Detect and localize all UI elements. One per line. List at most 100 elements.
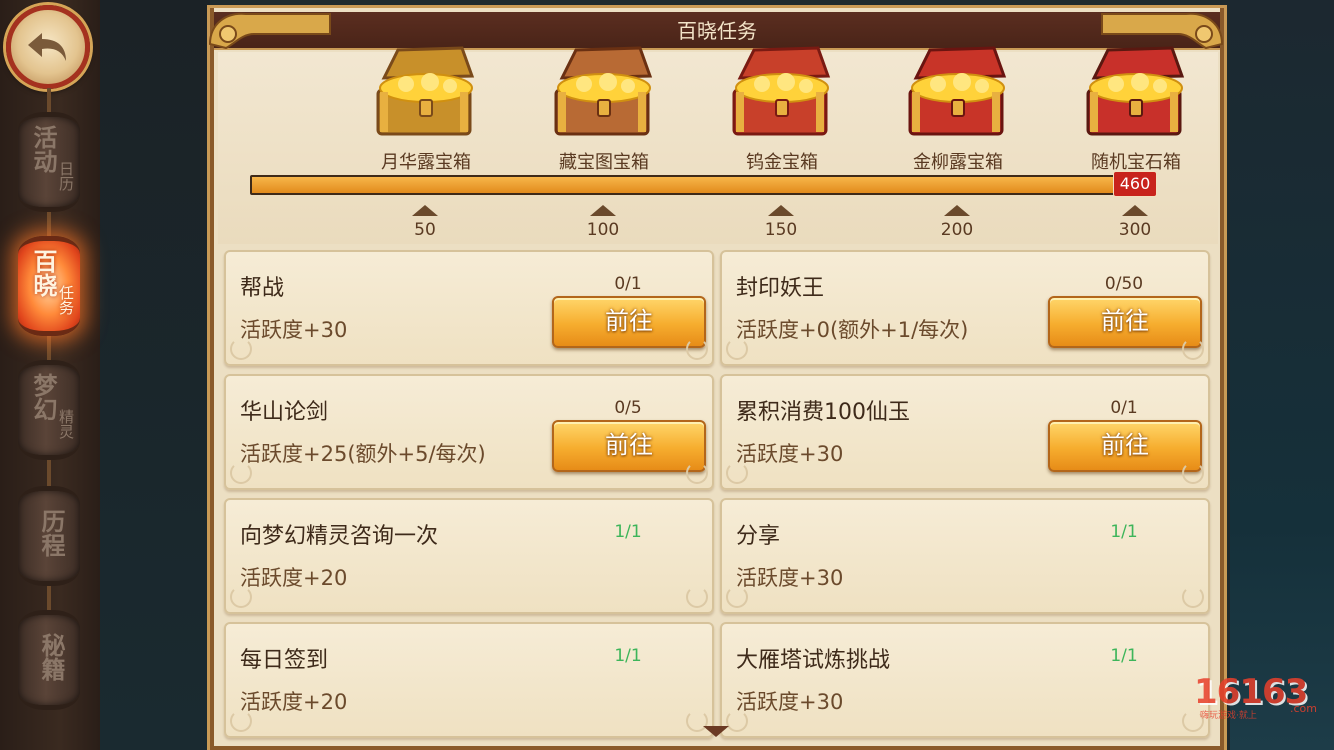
treasure-chest-red-icon: [732, 46, 831, 136]
task-reward: 活跃度+30: [240, 318, 348, 342]
task-progress: 0/50: [1104, 274, 1144, 294]
tab-history[interactable]: 历程: [18, 486, 80, 586]
task-progress: 0/1: [614, 274, 642, 294]
reward-chest[interactable]: [548, 44, 660, 154]
page-title: 百晓任务: [677, 19, 757, 43]
milestone-marker-icon: [944, 205, 970, 216]
milestone-value: 200: [940, 220, 974, 240]
go-button[interactable]: 前往: [552, 296, 706, 348]
cloud-ornament-icon: [1182, 462, 1204, 484]
chest-label: 藏宝图宝箱: [559, 152, 649, 173]
tab-title: 秘籍: [37, 633, 66, 681]
task-card: 累积消费100仙玉 0/1 活跃度+30 前往: [720, 374, 1210, 490]
task-card: 大雁塔试炼挑战 1/1 活跃度+30: [720, 622, 1210, 738]
cloud-ornament-icon: [230, 710, 252, 732]
task-progress: 1/1: [614, 522, 642, 542]
scroll-down-icon[interactable]: [703, 726, 729, 737]
cloud-ornament-icon: [686, 586, 708, 608]
task-name: 帮战: [240, 276, 285, 301]
back-button[interactable]: [6, 5, 90, 89]
task-progress: 1/1: [614, 646, 642, 666]
task-card: 向梦幻精灵咨询一次 1/1 活跃度+20: [224, 498, 714, 614]
task-reward: 活跃度+30: [736, 690, 844, 714]
task-name: 分享: [736, 524, 781, 549]
milestone-marker-icon: [412, 205, 438, 216]
go-button[interactable]: 前往: [552, 420, 706, 472]
treasure-chest-brown-icon: [554, 46, 653, 136]
milestone-value: 100: [586, 220, 620, 240]
tab-title: 百晓: [29, 249, 58, 297]
milestone-value: 150: [764, 220, 798, 240]
treasure-chest-gem-icon: [1086, 46, 1185, 136]
watermark-slogan: 嗨玩游戏·就上: [1200, 711, 1257, 721]
task-card: 帮战 0/1 活跃度+30 前往: [224, 250, 714, 366]
task-progress: 1/1: [1110, 522, 1138, 542]
activity-progress-fill: [252, 177, 1154, 193]
tab-activity-calendar[interactable]: 活动 日历: [18, 112, 80, 212]
treasure-chest-red-gold-icon: [908, 46, 1007, 136]
task-name: 大雁塔试炼挑战: [736, 648, 891, 673]
tab-title: 梦幻: [29, 373, 58, 421]
go-button[interactable]: 前往: [1048, 296, 1202, 348]
corner-ornament-icon: [208, 12, 331, 50]
milestone-value: 50: [414, 220, 436, 240]
task-progress: 1/1: [1110, 646, 1138, 666]
tab-secrets[interactable]: 秘籍: [18, 610, 80, 710]
cloud-ornament-icon: [1182, 338, 1204, 360]
task-reward: 活跃度+25(额外+5/每次): [240, 442, 486, 466]
task-name: 封印妖王: [736, 276, 825, 301]
tab-title: 活动: [29, 125, 58, 173]
reward-chest[interactable]: [370, 44, 482, 154]
task-card: 封印妖王 0/50 活跃度+0(额外+1/每次) 前往: [720, 250, 1210, 366]
cloud-ornament-icon: [686, 462, 708, 484]
back-arrow-icon: [28, 33, 66, 61]
task-name: 向梦幻精灵咨询一次: [240, 524, 439, 549]
task-reward: 活跃度+20: [240, 566, 348, 590]
tab-dream-spirit[interactable]: 梦幻 精灵: [18, 360, 80, 460]
cloud-ornament-icon: [1182, 586, 1204, 608]
task-progress: 0/5: [614, 398, 642, 418]
milestone-value: 300: [1118, 220, 1152, 240]
task-card: 华山论剑 0/5 活跃度+25(额外+5/每次) 前往: [224, 374, 714, 490]
task-name: 华山论剑: [240, 400, 329, 425]
backdrop: [100, 0, 210, 750]
cloud-ornament-icon: [726, 462, 748, 484]
task-reward: 活跃度+30: [736, 442, 844, 466]
chest-label: 月华露宝箱: [381, 152, 471, 173]
task-reward: 活跃度+30: [736, 566, 844, 590]
reward-chest[interactable]: [1080, 44, 1192, 154]
task-card: 分享 1/1 活跃度+30: [720, 498, 1210, 614]
tab-subtitle: 精灵: [57, 409, 75, 439]
task-progress: 0/1: [1110, 398, 1138, 418]
activity-progress-bar: [250, 175, 1156, 195]
reward-chest[interactable]: [902, 44, 1014, 154]
watermark: 16163 嗨玩游戏·就上 .com: [1194, 672, 1322, 721]
chest-label: 钨金宝箱: [746, 152, 818, 173]
milestone-marker-icon: [590, 205, 616, 216]
tab-title: 历程: [37, 509, 66, 557]
tab-subtitle: 日历: [57, 161, 75, 191]
reward-chest[interactable]: [726, 44, 838, 154]
tab-baixiao-tasks[interactable]: 百晓 任务: [18, 236, 80, 336]
task-reward: 活跃度+0(额外+1/每次): [736, 318, 969, 342]
watermark-domain: .com: [1290, 702, 1317, 715]
backdrop-right: [1230, 0, 1334, 750]
cloud-ornament-icon: [726, 710, 748, 732]
milestone-marker-icon: [768, 205, 794, 216]
go-button[interactable]: 前往: [1048, 420, 1202, 472]
cloud-ornament-icon: [686, 338, 708, 360]
chest-label: 金柳露宝箱: [913, 152, 1003, 173]
task-name: 累积消费100仙玉: [736, 400, 910, 425]
cloud-ornament-icon: [230, 586, 252, 608]
title-bar: 百晓任务: [214, 12, 1220, 50]
task-reward: 活跃度+20: [240, 690, 348, 714]
treasure-chest-wood-icon: [376, 46, 475, 136]
activity-value-badge: 460: [1113, 171, 1157, 197]
cloud-ornament-icon: [726, 338, 748, 360]
tab-subtitle: 任务: [57, 285, 75, 315]
cloud-ornament-icon: [230, 338, 252, 360]
task-name: 每日签到: [240, 648, 329, 673]
cloud-ornament-icon: [230, 462, 252, 484]
milestone-marker-icon: [1122, 205, 1148, 216]
cloud-ornament-icon: [726, 586, 748, 608]
